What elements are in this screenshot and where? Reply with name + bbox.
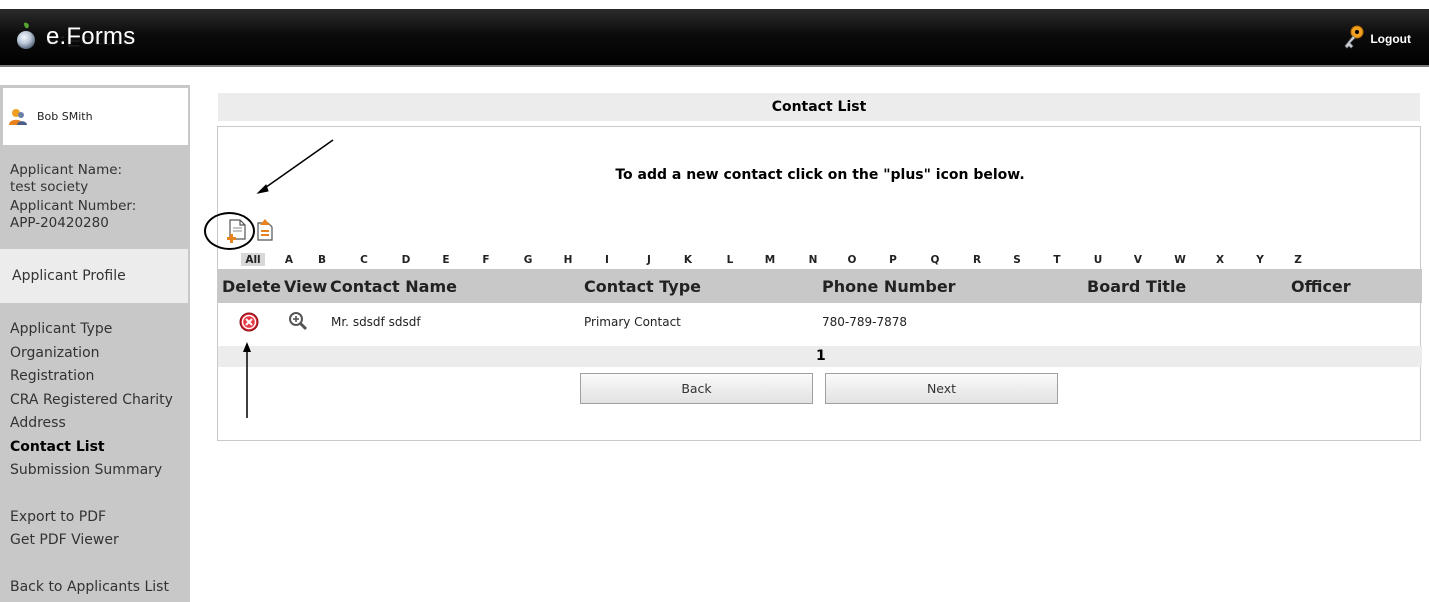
alpha-filter-k[interactable]: K <box>684 254 692 266</box>
applicant-info: Applicant Name: test society Applicant N… <box>10 162 136 231</box>
applicant-name-label: Applicant Name: <box>10 162 123 178</box>
key-icon <box>1344 25 1364 49</box>
alpha-filter-l[interactable]: L <box>727 254 734 266</box>
table-header: Delete View Contact Name Contact Type Ph… <box>218 269 1422 303</box>
sidebar-item-organization[interactable]: Organization <box>10 342 173 366</box>
column-header-contact-name[interactable]: Contact Name <box>330 277 457 296</box>
logout-label: Logout <box>1370 32 1411 46</box>
user-name: Bob SMith <box>37 110 93 123</box>
alpha-filter-n[interactable]: N <box>809 254 818 266</box>
alpha-filter-w[interactable]: W <box>1174 254 1186 266</box>
page-title: Contact List <box>218 93 1420 121</box>
instruction-text: To add a new contact click on the "plus"… <box>615 167 1025 183</box>
alpha-filter-v[interactable]: V <box>1134 254 1142 266</box>
alpha-filter-u[interactable]: U <box>1094 254 1103 266</box>
alpha-filter-r[interactable]: R <box>973 254 981 266</box>
alpha-filter-o[interactable]: O <box>848 254 857 266</box>
magnifier-plus-icon[interactable] <box>288 311 308 331</box>
back-to-applicants-link[interactable]: Back to Applicants List <box>10 576 173 600</box>
column-header-officer[interactable]: Officer <box>1291 277 1351 296</box>
applicant-number-label: Applicant Number: <box>10 198 137 214</box>
user-box: Bob SMith <box>3 88 188 145</box>
sidebar: Bob SMith Applicant Name: test society A… <box>0 85 190 602</box>
applicant-name-value: test society <box>10 178 89 195</box>
app-header: e.Forms e.Forms Logout <box>0 9 1429 65</box>
applicant-profile-link[interactable]: Applicant Profile <box>0 249 188 303</box>
alpha-filter-i[interactable]: I <box>605 254 609 266</box>
pagination: 1 <box>218 346 1422 367</box>
phone-number-cell: 780-789-7878 <box>822 315 908 329</box>
alpha-filter-z[interactable]: Z <box>1294 254 1302 266</box>
sidebar-item-applicant-type[interactable]: Applicant Type <box>10 318 173 342</box>
add-contact-icon[interactable] <box>227 219 247 243</box>
alpha-filter-d[interactable]: D <box>402 254 411 266</box>
alpha-filter-f[interactable]: F <box>482 254 489 266</box>
alpha-filter-a[interactable]: A <box>285 254 293 266</box>
user-icon <box>9 108 27 125</box>
alpha-filter-x[interactable]: X <box>1216 254 1224 266</box>
get-pdf-viewer-link[interactable]: Get PDF Viewer <box>10 529 173 553</box>
column-header-contact-type[interactable]: Contact Type <box>584 277 701 296</box>
alpha-filter-all[interactable]: All <box>245 254 260 266</box>
alpha-filter-h[interactable]: H <box>564 254 573 266</box>
sidebar-item-registration[interactable]: Registration <box>10 365 173 389</box>
app-name-reflection: e.Forms <box>46 32 135 49</box>
header-divider <box>0 65 1429 67</box>
logout-link[interactable]: Logout <box>1342 19 1411 59</box>
sidebar-item-contact-list[interactable]: Contact List <box>10 436 173 460</box>
alpha-filter-y[interactable]: Y <box>1256 254 1264 266</box>
column-header-phone-number[interactable]: Phone Number <box>822 277 956 296</box>
alphabet-filter: All A B C D E F G H I J K L M N O P Q R … <box>218 253 1422 269</box>
alpha-filter-c[interactable]: C <box>360 254 368 266</box>
eforms-logo-icon <box>17 22 35 49</box>
alpha-filter-g[interactable]: G <box>524 254 533 266</box>
alpha-filter-m[interactable]: M <box>765 254 775 266</box>
export-pdf-link[interactable]: Export to PDF <box>10 506 173 530</box>
sidebar-item-address[interactable]: Address <box>10 412 173 436</box>
table-row: Mr. sdsdf sdsdf Primary Contact 780-789-… <box>218 308 1422 340</box>
column-header-view: View <box>284 277 328 296</box>
sidebar-item-cra-registered-charity[interactable]: CRA Registered Charity <box>10 389 173 413</box>
delete-icon[interactable] <box>239 312 259 332</box>
contact-type-cell: Primary Contact <box>584 315 681 329</box>
alpha-filter-j[interactable]: J <box>647 254 651 266</box>
import-contacts-icon[interactable] <box>256 219 274 241</box>
column-header-delete: Delete <box>222 277 281 296</box>
alpha-filter-p[interactable]: P <box>889 254 897 266</box>
top-border <box>0 0 1429 9</box>
sidebar-nav: Applicant Type Organization Registration… <box>10 318 173 599</box>
alpha-filter-q[interactable]: Q <box>931 254 940 266</box>
back-button[interactable]: Back <box>580 373 813 404</box>
next-button[interactable]: Next <box>825 373 1058 404</box>
applicant-number-value: APP-20420280 <box>10 214 109 231</box>
alpha-filter-s[interactable]: S <box>1013 254 1021 266</box>
alpha-filter-b[interactable]: B <box>318 254 326 266</box>
contact-name-cell: Mr. sdsdf sdsdf <box>331 315 421 329</box>
page-number[interactable]: 1 <box>816 348 826 364</box>
contact-list-panel: To add a new contact click on the "plus"… <box>204 126 1422 441</box>
sidebar-item-submission-summary[interactable]: Submission Summary <box>10 459 173 483</box>
column-header-board-title[interactable]: Board Title <box>1087 277 1186 296</box>
alpha-filter-e[interactable]: E <box>442 254 449 266</box>
alpha-filter-t[interactable]: T <box>1053 254 1060 266</box>
